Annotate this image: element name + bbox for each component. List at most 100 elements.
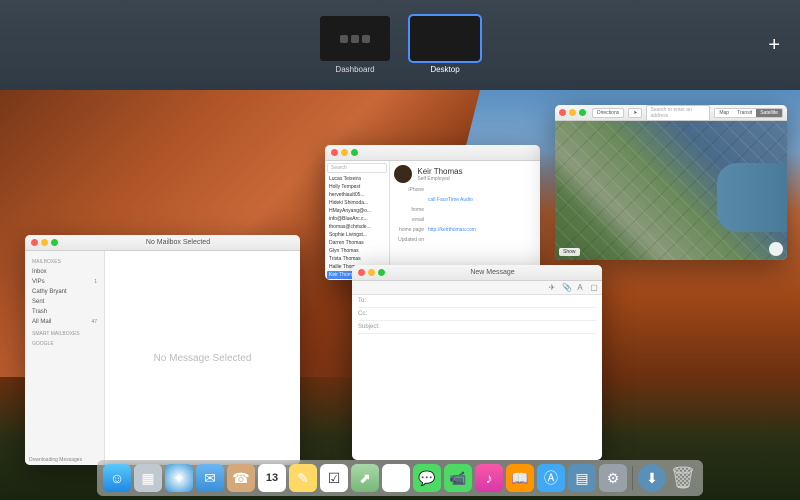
contact-item[interactable]: thomas@chrisde... <box>327 223 387 231</box>
sidebar-item-vip-person[interactable]: Cathy Bryant <box>29 287 100 297</box>
show-button[interactable]: Show <box>559 248 580 256</box>
facetime-link[interactable]: call FaceTime Audio <box>428 197 473 203</box>
homepage-link[interactable]: http://keirthomas.com <box>428 227 476 233</box>
dock-downloads[interactable]: ⬇ <box>638 464 666 492</box>
field-label: home page <box>394 227 424 233</box>
contact-item[interactable]: Hideki Shimoda... <box>327 199 387 207</box>
dock-trash[interactable]: 🗑 <box>669 464 697 492</box>
desktop-area: Search Lucas Teixeira Holly Tempest herv… <box>0 90 800 500</box>
contact-item[interactable]: hervethiault05... <box>327 191 387 199</box>
window-title: New Message <box>389 269 596 276</box>
mail-titlebar[interactable]: No Mailbox Selected <box>25 235 300 251</box>
dock-preview[interactable]: ▤ <box>568 464 596 492</box>
dock-itunes[interactable]: ♪ <box>475 464 503 492</box>
contact-item[interactable]: Glyn Thomas <box>327 247 387 255</box>
cc-field[interactable]: Cc: <box>358 308 596 321</box>
seg-satellite[interactable]: Satellite <box>756 109 782 117</box>
compose-body-editor[interactable] <box>352 334 602 434</box>
dock-messages[interactable]: 💬 <box>413 464 441 492</box>
photo-icon[interactable]: ▢ <box>590 284 598 292</box>
sidebar-item-inbox[interactable]: Inbox <box>29 267 100 277</box>
space-dashboard[interactable]: Dashboard <box>320 16 390 74</box>
dock-calendar[interactable]: 13 <box>258 464 286 492</box>
sidebar-item-sent[interactable]: Sent <box>29 297 100 307</box>
dashboard-thumbnail <box>320 16 390 61</box>
dock-reminders[interactable]: ☑ <box>320 464 348 492</box>
contact-item[interactable]: Holly Tempest <box>327 183 387 191</box>
mail-window[interactable]: No Mailbox Selected Mailboxes Inbox VIPs… <box>25 235 300 465</box>
compass-icon[interactable] <box>769 242 783 256</box>
status-text: Downloading Messages <box>29 457 82 463</box>
maximize-icon[interactable] <box>51 239 58 246</box>
maximize-icon[interactable] <box>579 109 586 116</box>
compose-titlebar[interactable]: New Message <box>352 265 602 281</box>
sidebar-item-trash[interactable]: Trash <box>29 307 100 317</box>
sidebar-item-vips[interactable]: VIPs1 <box>29 277 100 287</box>
contact-item[interactable]: info@BlueArc.c... <box>327 215 387 223</box>
mail-sidebar: Mailboxes Inbox VIPs1 Cathy Bryant Sent … <box>25 251 105 465</box>
field-label: email <box>394 217 424 223</box>
compose-header-fields: To: Cc: Subject: <box>352 295 602 334</box>
dock-facetime[interactable]: 📹 <box>444 464 472 492</box>
minimize-icon[interactable] <box>41 239 48 246</box>
contact-item[interactable]: Lucas Teixeira <box>327 175 387 183</box>
field-label <box>394 197 424 203</box>
directions-button[interactable]: Directions <box>592 108 624 118</box>
space-desktop[interactable]: Desktop <box>410 16 480 74</box>
contact-item[interactable]: Sophie Livingst... <box>327 231 387 239</box>
section-label: Google <box>32 341 97 347</box>
contact-item[interactable]: Trista Thomas <box>327 255 387 263</box>
maximize-icon[interactable] <box>351 149 358 156</box>
close-icon[interactable] <box>331 149 338 156</box>
contacts-window[interactable]: Search Lucas Teixeira Holly Tempest herv… <box>325 145 540 280</box>
seg-transit[interactable]: Transit <box>733 109 756 117</box>
to-field[interactable]: To: <box>358 295 596 308</box>
dock-photos[interactable]: ✿ <box>382 464 410 492</box>
contacts-search-input[interactable]: Search <box>327 163 387 173</box>
dock-notes[interactable]: ✎ <box>289 464 317 492</box>
dock-maps[interactable]: ⬈ <box>351 464 379 492</box>
add-space-button[interactable]: + <box>768 34 780 57</box>
traffic-lights <box>358 269 385 276</box>
contact-item[interactable]: Darren Thomas <box>327 239 387 247</box>
traffic-lights <box>559 109 586 116</box>
section-label: Mailboxes <box>32 259 97 265</box>
minimize-icon[interactable] <box>368 269 375 276</box>
close-icon[interactable] <box>358 269 365 276</box>
field-label: Updated on <box>394 237 424 243</box>
dock-mail[interactable]: ✉ <box>196 464 224 492</box>
field-label: home <box>394 207 424 213</box>
dock-finder[interactable]: ☺ <box>103 464 131 492</box>
maps-toolbar: Directions ➤ Search or enter an address … <box>555 105 787 121</box>
compose-window[interactable]: New Message ✈ 📎 A ▢ To: Cc: Subject: <box>352 265 602 460</box>
seg-map[interactable]: Map <box>715 109 733 117</box>
dock-safari[interactable]: ✦ <box>165 464 193 492</box>
format-icon[interactable]: A <box>576 284 584 292</box>
window-title: No Mailbox Selected <box>62 239 294 246</box>
map-canvas[interactable]: Show <box>555 121 787 260</box>
contact-subtitle: Self Employed <box>417 176 462 182</box>
map-type-segmented: Map Transit Satellite <box>714 108 783 118</box>
send-icon[interactable]: ✈ <box>548 284 556 292</box>
dock-contacts[interactable]: ☎ <box>227 464 255 492</box>
dock-system-preferences[interactable]: ⚙ <box>599 464 627 492</box>
maps-window[interactable]: Directions ➤ Search or enter an address … <box>555 105 787 260</box>
maximize-icon[interactable] <box>378 269 385 276</box>
close-icon[interactable] <box>559 109 566 116</box>
space-label: Dashboard <box>320 65 390 74</box>
dock-appstore[interactable]: Ⓐ <box>537 464 565 492</box>
subject-field[interactable]: Subject: <box>358 321 596 334</box>
contact-item[interactable]: HMayAnyang@o... <box>327 207 387 215</box>
contact-name: Keir Thomas <box>417 167 462 176</box>
dock-ibooks[interactable]: 📖 <box>506 464 534 492</box>
sidebar-item-allmail[interactable]: All Mail47 <box>29 317 100 327</box>
attach-icon[interactable]: 📎 <box>562 284 570 292</box>
contacts-titlebar[interactable] <box>325 145 540 161</box>
contacts-list[interactable]: Search Lucas Teixeira Holly Tempest herv… <box>325 161 390 280</box>
close-icon[interactable] <box>31 239 38 246</box>
minimize-icon[interactable] <box>341 149 348 156</box>
minimize-icon[interactable] <box>569 109 576 116</box>
dock-launchpad[interactable]: ▦ <box>134 464 162 492</box>
maps-search-input[interactable]: Search or enter an address <box>646 105 710 121</box>
location-button[interactable]: ➤ <box>628 108 642 118</box>
